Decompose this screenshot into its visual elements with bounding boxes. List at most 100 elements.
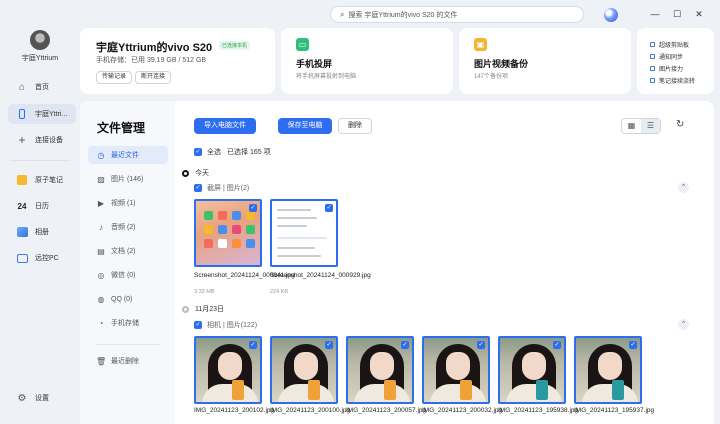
refresh-icon[interactable]: ↻ [676, 119, 684, 130]
rail-item-home[interactable]: ⌂ 首页 [8, 77, 76, 97]
device-name: 宇庭Yttrium [21, 55, 59, 62]
left-rail: 宇庭Yttrium ⌂ 首页 宇庭Yttri... + 连接设备 原子笔记 24… [0, 0, 80, 424]
file-name: IMG_20241123_200100.jpg [270, 407, 351, 414]
file-name: IMG_20241123_195938.jpg [498, 407, 579, 414]
file-thumbnail[interactable]: ✓ [422, 336, 490, 404]
rail-item-connect[interactable]: + 连接设备 [8, 130, 76, 150]
file-name: Screenshot_20241124_000941.jpg [194, 272, 295, 279]
wechat-icon: ◎ [97, 270, 105, 280]
checkbox-checked-icon: ✓ [477, 341, 485, 349]
rail-item-label: 设置 [35, 395, 49, 402]
file-thumbnail[interactable]: ✓ [270, 199, 338, 267]
quick-setting-item[interactable]: 笔记接续流转 [650, 76, 695, 85]
file-thumbnail[interactable]: ✓ [194, 336, 262, 404]
grid-view-icon[interactable]: ▦ [622, 119, 641, 133]
import-files-button[interactable]: 导入电脑文件 [194, 118, 256, 134]
select-all-checkbox[interactable]: ✓ 全选 已选择 165 项 [194, 147, 271, 157]
delete-button[interactable]: 删除 [338, 118, 372, 134]
category-phone-storage[interactable]: ◔ 手机存储 [88, 314, 168, 332]
qq-icon: ◍ [97, 294, 105, 304]
document-icon: ▤ [97, 246, 105, 256]
category-documents[interactable]: ▤ 文档 (2) [88, 242, 168, 260]
checkbox-icon [650, 66, 655, 71]
view-toggle: ▦ ☰ [621, 118, 661, 134]
file-thumbnail[interactable]: ✓ [194, 199, 262, 267]
album-icon [16, 226, 28, 238]
rail-item-label: 连接设备 [35, 137, 63, 144]
rail-item-remote-pc[interactable]: 远控PC [8, 248, 76, 268]
checkbox-checked-icon: ✓ [249, 341, 257, 349]
category-audio[interactable]: ♪ 音频 (2) [88, 218, 168, 236]
checkbox-checked-icon: ✓ [553, 341, 561, 349]
file-thumbnail[interactable]: ✓ [270, 336, 338, 404]
file-name: IMG_20241123_200057.jpg [346, 407, 427, 414]
checkbox-checked-icon: ✓ [194, 321, 202, 329]
close-button[interactable]: ✕ [692, 8, 706, 20]
notes-icon [16, 174, 28, 186]
file-thumbnail[interactable]: ✓ [346, 336, 414, 404]
feature-subtitle: 将手机屏幕投射到电脑 [296, 74, 357, 80]
file-name: IMG_20241123_200032.jpg [422, 407, 503, 414]
checkbox-checked-icon: ✓ [249, 204, 257, 212]
date-header: 今天 [182, 168, 209, 178]
gallery-backup-card[interactable]: ▣ 图片视频备份 147个备份项 [459, 28, 631, 94]
file-manager-panel: 文件管理 ◷ 最近文件 ▨ 图片 (146) ▶ 视频 (1) ♪ 音频 (2) ▤ 文档… [80, 101, 714, 424]
save-to-pc-button[interactable]: 保存至电脑 [278, 118, 332, 134]
minimize-button[interactable]: — [648, 8, 662, 20]
collapse-icon[interactable]: ⌃ [678, 319, 689, 330]
quick-setting-item[interactable]: 超级剪贴板 [650, 40, 689, 49]
rail-item-label: 相册 [35, 229, 49, 236]
storage-icon: ◔ [98, 318, 104, 328]
assistant-logo-icon[interactable] [604, 8, 618, 22]
rail-item-label: 远控PC [35, 255, 59, 262]
feature-title: 手机投屏 [296, 59, 333, 69]
list-view-icon[interactable]: ☰ [641, 119, 660, 133]
selection-count: 已选择 165 项 [227, 149, 271, 156]
trash-icon: 🗑 [96, 356, 107, 366]
file-thumbnail[interactable]: ✓ [498, 336, 566, 404]
audio-icon: ♪ [99, 222, 103, 232]
search-placeholder: 搜索 宇庭Yttrium的vivo S20 的文件 [348, 11, 458, 19]
transfer-history-button[interactable]: 传输记录 [96, 71, 133, 84]
status-badge: 已连接本机 [219, 41, 251, 50]
recently-deleted[interactable]: 🗑 最近删除 [88, 352, 168, 370]
rail-divider [10, 160, 70, 161]
category-images[interactable]: ▨ 图片 (146) [88, 170, 168, 188]
gear-icon: ⚙ [17, 392, 27, 404]
checkbox-icon [650, 78, 655, 83]
rail-item-notes[interactable]: 原子笔记 [8, 170, 76, 190]
maximize-button[interactable]: ☐ [670, 8, 684, 20]
category-wechat[interactable]: ◎ 微信 (0) [88, 266, 168, 284]
category-sidebar: 文件管理 ◷ 最近文件 ▨ 图片 (146) ▶ 视频 (1) ♪ 音频 (2) ▤ 文档… [80, 101, 175, 424]
page-title: 文件管理 [97, 121, 146, 135]
recent-icon: ◷ [97, 150, 105, 160]
device-card: 宇庭Yttrium的vivo S20 已连接本机 手机存储：已用 39.19 G… [80, 28, 275, 94]
search-input[interactable]: ⌕ 搜索 宇庭Yttrium的vivo S20 的文件 [330, 6, 584, 23]
checkbox-icon [650, 42, 655, 47]
checkbox-checked-icon: ✓ [629, 341, 637, 349]
file-thumbnail[interactable]: ✓ [574, 336, 642, 404]
collapse-icon[interactable]: ⌃ [678, 182, 689, 193]
timeline-dot-icon [182, 305, 189, 313]
plus-icon: + [18, 133, 26, 147]
quick-setting-item[interactable]: 图片接力 [650, 64, 683, 73]
disconnect-button[interactable]: 断开连接 [135, 71, 172, 84]
rail-item-label: 日历 [35, 203, 49, 210]
category-qq[interactable]: ◍ QQ (0) [88, 290, 168, 308]
file-name: Screenshot_20241124_000929.jpg [270, 272, 371, 279]
rail-item-phone[interactable]: 宇庭Yttri... [8, 104, 76, 124]
category-videos[interactable]: ▶ 视频 (1) [88, 194, 168, 212]
section-checkbox[interactable]: ✓ 截屏 | 图片(2) [194, 183, 249, 193]
screen-mirror-card[interactable]: ▭ 手机投屏 将手机屏幕投射到电脑 [281, 28, 453, 94]
rail-item-calendar[interactable]: 24 日历 [8, 196, 76, 216]
date-header: 11月23日 [182, 304, 224, 314]
rail-item-album[interactable]: 相册 [8, 222, 76, 242]
section-checkbox[interactable]: ✓ 相机 | 图片(122) [194, 320, 257, 330]
category-recent[interactable]: ◷ 最近文件 [88, 146, 168, 164]
checkbox-icon [650, 54, 655, 59]
quick-setting-item[interactable]: 通知同步 [650, 52, 683, 61]
avatar[interactable] [30, 30, 50, 50]
rail-item-settings[interactable]: ⚙ 设置 [8, 388, 76, 408]
device-title: 宇庭Yttrium的vivo S20 [96, 42, 213, 54]
phone-icon [16, 108, 28, 120]
